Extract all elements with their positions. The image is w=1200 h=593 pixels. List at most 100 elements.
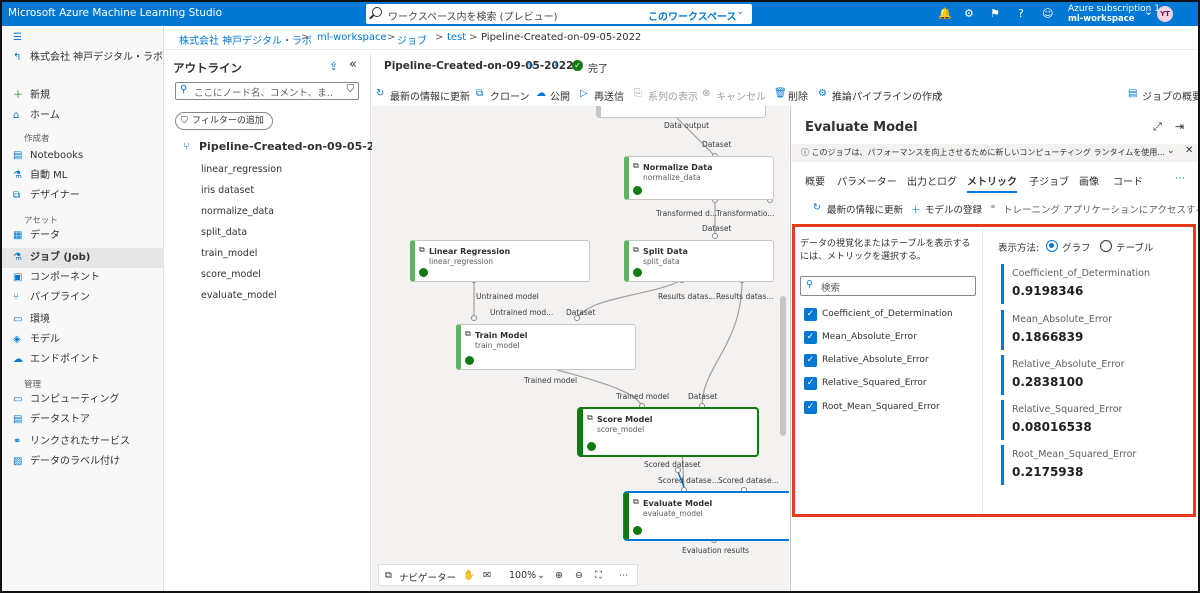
nav-new[interactable]: ＋ 新規 — [2, 86, 164, 106]
more-tabs-icon[interactable]: ⋯ — [1175, 173, 1185, 184]
view-lineage-button[interactable]: 系列の表示 — [648, 88, 698, 103]
module-icon: ⧉ — [587, 413, 593, 422]
breadcrumb-item[interactable]: test — [447, 32, 466, 43]
comment-icon[interactable]: ✉ — [483, 570, 491, 581]
outline-item[interactable]: evaluate_model — [201, 290, 277, 301]
register-model-button[interactable]: モデルの登録 — [925, 202, 982, 216]
metrics-refresh-button[interactable]: 最新の情報に更新 — [827, 202, 903, 216]
zoom-in-icon[interactable]: ⊕ — [555, 570, 563, 581]
node-split-data[interactable]: ⧉ Split Data split_data — [624, 240, 774, 282]
chevron-down-icon[interactable]: ⌄ — [1144, 5, 1153, 18]
outline-item[interactable]: train_model — [201, 248, 257, 259]
nav-linked-services[interactable]: ⚭ リンクされたサービス — [2, 432, 164, 452]
outline-item[interactable]: linear_regression — [201, 164, 282, 175]
publish-button[interactable]: 公開 — [550, 88, 570, 103]
gear-icon[interactable]: ⚙ — [964, 7, 974, 20]
global-search[interactable]: ワークスペース内を検索 (プレビュー) このワークスペース ⌄ — [366, 4, 752, 24]
expand-banner-icon[interactable]: ⌄ — [1167, 146, 1175, 156]
outline-item[interactable]: normalize_data — [201, 206, 274, 217]
zoom-out-icon[interactable]: ⊖ — [575, 570, 583, 581]
access-training-app-button[interactable]: トレーニング アプリケーションにアクセスする — [1003, 202, 1198, 216]
chevron-down-icon[interactable]: ⌄ — [736, 7, 744, 17]
hamburger-button[interactable]: ☰ — [2, 28, 164, 48]
chevron-down-icon[interactable]: ⌄ — [936, 88, 944, 99]
tab-parameters[interactable]: パラメーター — [837, 173, 897, 188]
job-overview-button[interactable]: ジョブの概要 — [1142, 88, 1198, 103]
node-evaluate-model[interactable]: ⧉ Evaluate Model evaluate_model — [624, 492, 789, 540]
panel-title: Evaluate Model — [805, 120, 918, 135]
nav-models[interactable]: ◈ モデル — [2, 330, 164, 350]
tab-child-jobs[interactable]: 子ジョブ — [1029, 173, 1069, 188]
tab-images[interactable]: 画像 — [1079, 173, 1099, 188]
left-nav: ☰ ↰ 株式会社 神戸デジタル・ラボ ＋ 新規 ⌂ ホーム 作成者 ▤ Notebook… — [2, 26, 164, 591]
tab-code[interactable]: コード — [1113, 173, 1143, 188]
nav-compute[interactable]: ▭ コンピューティング — [2, 390, 164, 410]
breadcrumb-sep: > — [387, 32, 396, 43]
close-icon[interactable]: ✕ — [1185, 145, 1193, 156]
nav-jobs[interactable]: ⚗ ジョブ (Job) — [2, 248, 164, 268]
nav-pipelines[interactable]: ⑂ パイプライン — [2, 288, 164, 308]
nav-environments[interactable]: ▭ 環境 — [2, 310, 164, 330]
search-scope[interactable]: このワークスペース — [648, 8, 737, 23]
share-icon[interactable]: ⇪ — [329, 60, 338, 73]
node-dataset[interactable] — [596, 106, 766, 118]
collapse-icon[interactable]: « — [349, 57, 357, 72]
outline-item[interactable]: iris dataset — [201, 185, 254, 196]
navigator-label[interactable]: ナビゲーター — [399, 570, 456, 584]
cancel-button[interactable]: キャンセル — [716, 88, 766, 103]
pipeline-graph[interactable]: Data output Dataset ⧉ Normalize Data nor… — [372, 106, 789, 591]
node-title: Normalize Data — [643, 163, 713, 172]
nav-data[interactable]: ▦ データ — [2, 226, 164, 246]
node-linear-regression[interactable]: ⧉ Linear Regression linear_regression — [410, 240, 590, 282]
node-train-model[interactable]: ⧉ Train Model train_model — [456, 324, 636, 370]
node-normalize-data[interactable]: ⧉ Normalize Data normalize_data — [624, 156, 774, 200]
filter-icon[interactable]: ⛉ — [347, 84, 355, 95]
refresh-button[interactable]: 最新の情報に更新 — [390, 88, 470, 103]
breadcrumb-item[interactable]: 株式会社 神戸デジタル・ラボ — [179, 32, 312, 47]
breadcrumb-item[interactable]: ml-workspace — [317, 32, 387, 43]
hand-icon[interactable]: ✋ — [463, 570, 475, 581]
tab-overview[interactable]: 概要 — [805, 173, 825, 188]
outline-item[interactable]: split_data — [201, 227, 247, 238]
zoom-level[interactable]: 100% — [509, 570, 536, 581]
nav-designer[interactable]: ⧉ デザイナー — [2, 186, 164, 206]
create-inference-button[interactable]: 推論パイプラインの作成 — [832, 88, 942, 103]
outline-item[interactable]: score_model — [201, 269, 261, 280]
nav-home[interactable]: ⌂ ホーム — [2, 106, 164, 126]
close-panel-icon[interactable]: ⇥ — [1175, 120, 1184, 133]
canvas-scrollbar[interactable] — [780, 296, 786, 436]
add-filter-button[interactable]: ⛉ フィルターの追加 — [175, 112, 273, 130]
nav-endpoints[interactable]: ☁ エンドポイント — [2, 350, 164, 370]
nav-datastores[interactable]: ▤ データストア — [2, 410, 164, 430]
breadcrumb-item[interactable]: ジョブ — [397, 32, 427, 47]
outline-search-input[interactable]: ⚲ ここにノード名、コメント、ま... ⛉ — [175, 82, 359, 100]
port-label: Evaluation results — [682, 546, 750, 555]
expand-icon[interactable]: ⤢ — [1153, 120, 1162, 134]
outline-pipeline-name[interactable]: Pipeline-Created-on-09-05-2022 — [199, 140, 397, 153]
nav-labeling[interactable]: ▨ データのラベル付け — [2, 452, 164, 472]
nav-notebooks[interactable]: ▤ Notebooks — [2, 146, 164, 166]
nav-automl[interactable]: ⚗ 自動 ML — [2, 166, 164, 186]
navigator-icon[interactable]: ⧉ — [385, 570, 392, 581]
feedback-icon[interactable]: ⚑ — [990, 7, 1000, 20]
smiley-icon[interactable]: ☺ — [1042, 7, 1053, 20]
tab-metrics[interactable]: メトリック — [967, 173, 1017, 193]
help-icon[interactable]: ? — [1018, 7, 1024, 20]
node-score-model[interactable]: ⧉ Score Model score_model — [578, 408, 758, 456]
edit-icon[interactable]: ✎ — [526, 59, 535, 72]
publish-icon: ☁ — [536, 88, 546, 99]
org-switch[interactable]: ↰ 株式会社 神戸デジタル・ラボ — [2, 48, 164, 68]
bell-icon[interactable]: 🔔 — [938, 7, 952, 20]
share-icon[interactable]: ⇪ — [550, 59, 559, 72]
clone-button[interactable]: クローン — [490, 88, 530, 103]
delete-button[interactable]: 削除 — [788, 88, 808, 103]
tab-outputs-logs[interactable]: 出力とログ — [907, 173, 957, 188]
avatar[interactable]: YT — [1157, 6, 1173, 22]
resubmit-button[interactable]: 再送信 — [594, 88, 624, 103]
more-icon[interactable]: ⋯ — [619, 570, 629, 581]
fit-icon[interactable]: ⛶ — [595, 570, 602, 581]
nav-components[interactable]: ▣ コンポーネント — [2, 268, 164, 288]
chevron-down-icon[interactable]: ⌄ — [537, 570, 545, 581]
plus-icon: ＋ — [911, 205, 921, 216]
port-label: Dataset — [566, 308, 596, 317]
